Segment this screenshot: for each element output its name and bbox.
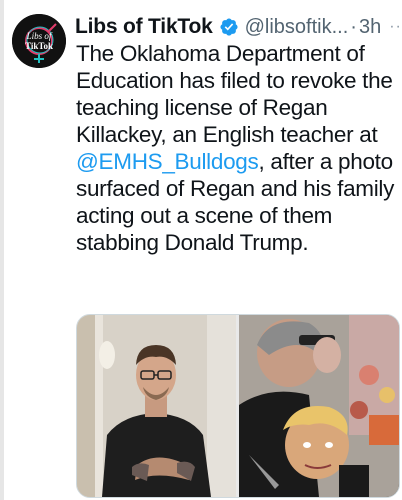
photo-teacher[interactable] <box>77 315 236 497</box>
avatar[interactable]: Libs of TikTok <box>12 14 66 68</box>
verified-badge-icon <box>219 17 239 37</box>
timestamp[interactable]: 3h <box>359 16 381 39</box>
family-photo-illustration <box>239 315 399 497</box>
libs-of-tiktok-logo: Libs of TikTok <box>12 14 66 68</box>
display-name[interactable]: Libs of TikTok <box>75 15 213 39</box>
mention-link[interactable]: @EMHS_Bulldogs <box>76 149 259 174</box>
tweet-header: Libs of TikTok @libsoftik... · 3h ··· <box>75 14 402 40</box>
tweet-text: The Oklahoma Department of Education has… <box>76 40 402 256</box>
avatar-text-1: Libs of <box>26 31 53 41</box>
left-edge <box>0 0 4 500</box>
avatar-text-2: TikTok <box>25 41 53 51</box>
more-options-icon[interactable]: ··· <box>389 18 402 36</box>
separator-dot: · <box>350 15 357 38</box>
media-grid <box>76 314 400 498</box>
handle[interactable]: @libsoftik... <box>245 16 349 39</box>
teacher-photo-illustration <box>77 315 236 497</box>
photo-family[interactable] <box>239 315 399 497</box>
tweet-text-part1: The Oklahoma Department of Education has… <box>76 41 393 147</box>
